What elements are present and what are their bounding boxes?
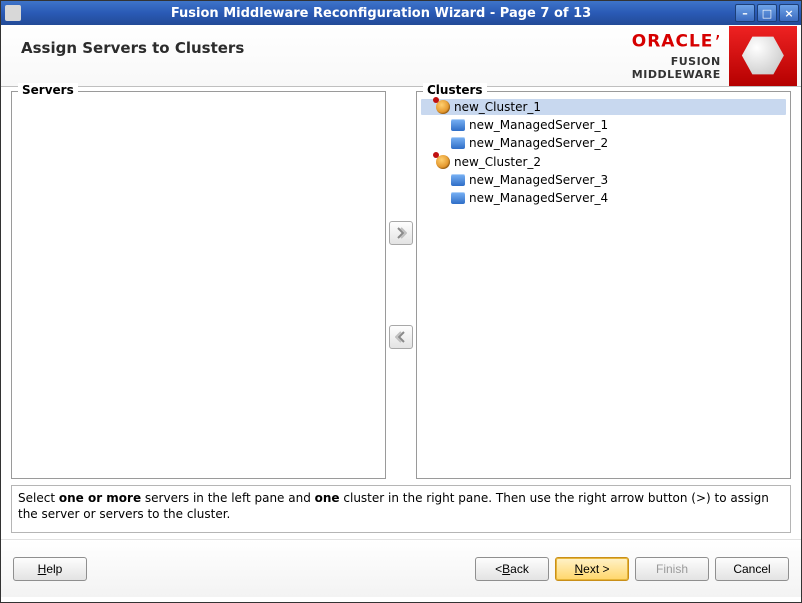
maximize-button[interactable]: □ [757,4,777,22]
window-buttons: – □ × [735,4,799,22]
unassign-left-button[interactable] [389,325,413,349]
app-icon [5,5,21,21]
oracle-logo-text: ORACLE’ [581,31,721,55]
cancel-button[interactable]: Cancel [715,557,789,581]
server-node[interactable]: new_ManagedServer_4 [449,190,786,206]
minimize-button[interactable]: – [735,4,755,22]
clusters-pane[interactable]: Clusters new_Cluster_1new_ManagedServer_… [416,91,791,479]
header-right: ORACLE’ FUSION MIDDLEWARE [581,25,801,86]
instruction-b1: one or more [59,491,141,505]
instruction-pre: Select [18,491,59,505]
titlebar: Fusion Middleware Reconfiguration Wizard… [1,1,801,25]
next-button[interactable]: Next > [555,557,629,581]
main-area: Servers Clusters new_Cluster_1new_Manage… [1,87,801,479]
cluster-node[interactable]: new_Cluster_1 [421,99,786,115]
header-left: Assign Servers to Clusters [1,25,581,86]
instruction-mid1: servers in the left pane and [141,491,315,505]
clusters-pane-title: Clusters [423,83,487,97]
oracle-dot-icon: ’ [714,31,720,55]
instruction-text: Select one or more servers in the left p… [11,485,791,533]
clusters-tree[interactable]: new_Cluster_1 new_ManagedServer_1 new_Mana… [417,96,790,210]
brand-ribbon [729,26,797,86]
help-button[interactable]: Help [13,557,87,581]
close-button[interactable]: × [779,4,799,22]
oracle-brand: ORACLE’ FUSION MIDDLEWARE [581,31,729,81]
oracle-product: FUSION MIDDLEWARE [581,55,721,81]
server-label: new_ManagedServer_2 [469,136,608,150]
header: Assign Servers to Clusters ORACLE’ FUSIO… [1,25,801,87]
footer: Help < Back Next > Finish Cancel [1,539,801,597]
server-label: new_ManagedServer_1 [469,118,608,132]
hexagon-icon [742,35,784,77]
servers-list[interactable] [12,92,385,478]
back-button[interactable]: < Back [475,557,549,581]
window-title: Fusion Middleware Reconfiguration Wizard… [27,6,735,21]
server-node[interactable]: new_ManagedServer_2 [449,135,786,151]
cluster-icon [436,155,450,169]
assign-right-button[interactable] [389,221,413,245]
servers-pane[interactable]: Servers [11,91,386,479]
cluster-label: new_Cluster_1 [454,100,541,114]
transfer-buttons [386,91,416,479]
cluster-label: new_Cluster_2 [454,155,541,169]
server-icon [451,192,465,204]
server-node[interactable]: new_ManagedServer_1 [449,117,786,133]
finish-button: Finish [635,557,709,581]
chevron-right-icon [395,227,407,239]
server-icon [451,137,465,149]
cluster-node[interactable]: new_Cluster_2 [421,154,786,170]
page-heading: Assign Servers to Clusters [21,39,581,57]
server-label: new_ManagedServer_3 [469,173,608,187]
chevron-left-icon [395,331,407,343]
server-node[interactable]: new_ManagedServer_3 [449,172,786,188]
clusters-tree-container: new_Cluster_1 new_ManagedServer_1 new_Mana… [417,92,790,478]
servers-pane-title: Servers [18,83,78,97]
cluster-icon [436,100,450,114]
server-icon [451,119,465,131]
server-icon [451,174,465,186]
server-label: new_ManagedServer_4 [469,191,608,205]
oracle-name: ORACLE [632,31,714,51]
instruction-b2: one [315,491,340,505]
